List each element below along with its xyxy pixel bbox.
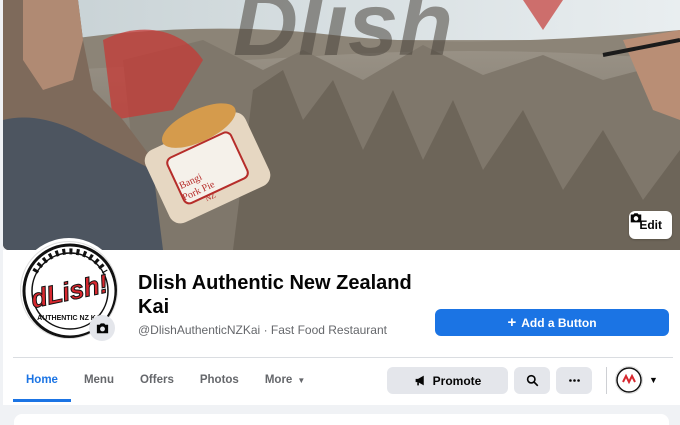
page-handle[interactable]: @DlishAuthenticNZKai [138, 323, 260, 337]
page-subtitle: @DlishAuthenticNZKai · Fast Food Restaur… [138, 323, 387, 337]
tab-more-label: More [264, 374, 293, 386]
tab-home[interactable]: Home [13, 358, 71, 402]
page-actions: Promote [387, 367, 592, 394]
promote-button[interactable]: Promote [387, 367, 508, 394]
page-title: Dlish Authentic New Zealand Kai [138, 272, 412, 318]
tab-photos[interactable]: Photos [187, 358, 252, 402]
tab-photos-label: Photos [199, 374, 239, 386]
page-switcher[interactable]: ▼ [615, 366, 658, 394]
megaphone-icon [415, 375, 424, 386]
more-options-button[interactable] [556, 367, 592, 394]
actions-divider [606, 367, 607, 394]
content-card [14, 414, 669, 425]
search-button[interactable] [514, 367, 550, 394]
page-category[interactable]: Fast Food Restaurant [271, 323, 387, 337]
cover-watermark: Dlish [233, 0, 453, 75]
camera-icon [96, 322, 108, 333]
dlish-logo-small [616, 367, 642, 393]
promote-label: Promote [432, 373, 482, 388]
tab-menu-label: Menu [83, 374, 114, 386]
page-header: AUTHENTIC NZ KAI dLish! Dlish Authentic … [3, 238, 680, 405]
avatar [615, 366, 643, 394]
camera-icon [631, 213, 642, 223]
ellipsis-icon [568, 379, 580, 382]
plus-icon: + [507, 314, 517, 331]
update-profile-picture-button[interactable] [89, 315, 115, 341]
cover-image: Dlish Bangi Pork Pie NZ [3, 0, 680, 250]
add-a-button-label: Add a Button [521, 315, 597, 330]
tab-home-label: Home [26, 374, 58, 386]
subtitle-separator: · [260, 323, 271, 337]
tab-offers[interactable]: Offers [127, 358, 187, 402]
tab-menu[interactable]: Menu [71, 358, 127, 402]
tab-more[interactable]: More ▼ [252, 358, 318, 402]
tab-offers-label: Offers [139, 374, 174, 386]
page-tabs: Home Menu Offers Photos More ▼ [13, 358, 318, 402]
caret-down-icon: ▼ [649, 375, 658, 385]
add-a-button-button[interactable]: + Add a Button [435, 309, 669, 336]
search-icon [526, 374, 538, 387]
caret-down-icon: ▼ [297, 375, 306, 385]
edit-cover-button[interactable]: Edit [629, 211, 672, 239]
cover-photo[interactable]: Dlish Bangi Pork Pie NZ Edit [3, 0, 680, 250]
facebook-page: Dlish Bangi Pork Pie NZ Edit AUTHENTIC N… [0, 0, 680, 425]
